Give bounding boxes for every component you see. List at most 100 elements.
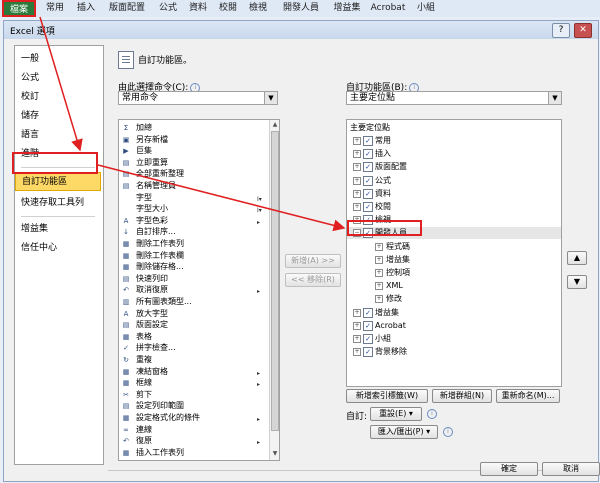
commands-list[interactable]: ▦ 插入工作表列 ↶ 復原 ▸ ∞ 連線 ▦ 設定格式化的條件 ▸ ▤ 設定列印範圍 ✂ 剪下 ▦ 框線 ▸ ▦ 凍… [118, 119, 280, 461]
ribbon-tree-item[interactable]: + 修改 [347, 293, 561, 305]
commands-scrollbar[interactable]: ▲ ▼ [269, 120, 279, 460]
expand-icon[interactable]: + [353, 163, 361, 172]
submenu-arrow-icon[interactable]: ▸ [257, 437, 260, 449]
ribbon-tab-addins[interactable]: 增益集 [328, 0, 366, 17]
expand-icon[interactable]: + [375, 255, 383, 264]
ribbon-tab-review[interactable]: 校閱 [214, 0, 242, 17]
command-item[interactable]: ↻ 重複 [119, 354, 267, 366]
expand-icon[interactable]: + [375, 282, 383, 291]
import-export-button[interactable]: 匯入/匯出(P) ▾ [370, 425, 438, 439]
submenu-arrow-icon[interactable]: I▾ [257, 205, 262, 217]
ribbon-tab-acrobat[interactable]: Acrobat [368, 0, 408, 17]
submenu-arrow-icon[interactable]: ▸ [257, 286, 260, 298]
close-button[interactable]: ✕ [574, 23, 592, 38]
ribbon-tree-item[interactable]: + ✓ 版面配置 [347, 161, 561, 173]
scroll-up-icon[interactable]: ▲ [270, 120, 279, 130]
cancel-button[interactable]: 取消 [542, 462, 600, 476]
nav-item-formulas[interactable]: 公式 [15, 69, 101, 88]
chevron-down-icon[interactable]: ▼ [548, 92, 561, 104]
customize-ribbon-dropdown[interactable]: 主要定位點 ▼ [346, 91, 562, 105]
command-item[interactable]: A 放大字型 [119, 308, 267, 320]
expand-icon[interactable]: + [353, 189, 361, 198]
command-item[interactable]: ∞ 連線 [119, 424, 267, 436]
checkbox-icon[interactable]: ✓ [363, 188, 373, 199]
command-item[interactable]: ▶ 巨集 [119, 145, 267, 157]
command-item[interactable]: ▤ 立即重算 [119, 157, 267, 169]
checkbox-icon[interactable]: ✓ [363, 162, 373, 173]
nav-item-quick-access-toolbar[interactable]: 快速存取工具列 [15, 194, 101, 213]
command-item[interactable]: ▣ 另存新檔 [119, 134, 267, 146]
command-item[interactable]: Σ 加總 [119, 122, 267, 134]
ribbon-tab-home[interactable]: 常用 [40, 0, 70, 17]
command-item[interactable]: ▦ 表格 [119, 331, 267, 343]
ribbon-tab-file[interactable]: 檔案 [2, 0, 36, 17]
move-down-button[interactable]: ▼ [567, 275, 587, 289]
ok-button[interactable]: 確定 [480, 462, 538, 476]
ribbon-tab-insert[interactable]: 插入 [72, 0, 100, 17]
command-item[interactable]: ✓ 拼字檢查... [119, 342, 267, 354]
expand-icon[interactable]: + [353, 348, 361, 357]
submenu-arrow-icon[interactable]: ▸ [257, 217, 260, 229]
checkbox-icon[interactable]: ✓ [363, 175, 373, 186]
command-item[interactable]: 字型 I▾ [119, 192, 267, 204]
ribbon-tab-developer[interactable]: 開發人員 [276, 0, 326, 17]
scrollbar-thumb[interactable] [271, 131, 279, 431]
ribbon-tree-item[interactable]: + ✓ 公式 [347, 175, 561, 187]
command-item[interactable]: ▤ 全部重新整理 [119, 168, 267, 180]
ribbon-tree-item[interactable]: + ✓ 插入 [347, 148, 561, 160]
expand-icon[interactable]: + [353, 150, 361, 159]
expand-icon[interactable]: + [375, 269, 383, 277]
ribbon-tree-item[interactable]: + ✓ 增益集 [347, 307, 561, 319]
command-item[interactable]: 字型大小 I▾ [119, 203, 267, 215]
command-item[interactable]: ↶ 復原 ▸ [119, 435, 267, 447]
help-button[interactable]: ? [552, 23, 570, 38]
command-item[interactable]: ▤ 版面設定 [119, 319, 267, 331]
checkbox-icon[interactable]: ✓ [363, 136, 373, 146]
ribbon-tree-item[interactable]: + ✓ 校閱 [347, 201, 561, 213]
rename-button[interactable]: 重新命名(M)... [496, 389, 560, 403]
command-item[interactable]: ▤ 名稱管理員 [119, 180, 267, 192]
expand-icon[interactable]: + [375, 295, 383, 304]
nav-item-language[interactable]: 語言 [15, 126, 101, 145]
checkbox-icon[interactable]: ✓ [363, 307, 373, 318]
nav-item-proofing[interactable]: 校訂 [15, 88, 101, 107]
command-item[interactable]: ▤ 快速列印 [119, 273, 267, 285]
expand-icon[interactable]: + [375, 242, 383, 251]
submenu-arrow-icon[interactable]: I▾ [257, 194, 262, 206]
expand-icon[interactable]: + [353, 335, 361, 343]
new-group-button[interactable]: 新增群組(N) [432, 389, 492, 403]
ribbon-tree-item[interactable]: + ✓ 背景移除 [347, 346, 561, 358]
command-item[interactable]: ▦ 刪除工作表列 [119, 238, 267, 250]
submenu-arrow-icon[interactable]: ▸ [257, 414, 260, 426]
move-up-button[interactable]: ▲ [567, 251, 587, 265]
ribbon-tree-item[interactable]: + ✓ 資料 [347, 188, 561, 200]
expand-icon[interactable]: + [353, 321, 361, 330]
chevron-down-icon[interactable]: ▼ [264, 92, 277, 104]
command-item[interactable]: ▦ 刪除儲存格... [119, 261, 267, 273]
ribbon-tree-item[interactable]: + 程式碼 [347, 241, 561, 253]
command-item[interactable]: ▤ 設定列印範圍 [119, 400, 267, 412]
ribbon-tab-view[interactable]: 檢視 [244, 0, 272, 17]
command-item[interactable]: ▦ 框線 ▸ [119, 377, 267, 389]
checkbox-icon[interactable]: ✓ [363, 320, 373, 331]
remove-button[interactable]: << 移除(R) [285, 273, 341, 287]
command-item[interactable]: ▦ 凍結窗格 ▸ [119, 366, 267, 378]
checkbox-icon[interactable]: ✓ [363, 149, 373, 160]
nav-item-general[interactable]: 一般 [15, 50, 101, 69]
ribbon-tree-item[interactable]: + ✓ Acrobat [347, 320, 561, 332]
add-button[interactable]: 新增(A) >> [285, 254, 341, 268]
command-item[interactable]: ▦ 插入工作表列 [119, 447, 267, 459]
new-tab-button[interactable]: 新增索引標籤(W) [346, 389, 428, 403]
nav-item-trust-center[interactable]: 信任中心 [15, 239, 101, 258]
command-item[interactable]: ↓ 自訂排序... [119, 226, 267, 238]
expand-icon[interactable]: + [353, 308, 361, 317]
expand-icon[interactable]: + [353, 176, 361, 185]
nav-item-addins[interactable]: 增益集 [15, 220, 101, 239]
command-item[interactable]: A 字型色彩 ▸ [119, 215, 267, 227]
submenu-arrow-icon[interactable]: ▸ [257, 368, 260, 380]
command-item[interactable]: ↶ 取消復原 ▸ [119, 284, 267, 296]
ribbon-tree-item[interactable]: + XML [347, 280, 561, 292]
ribbon-tabs-tree[interactable]: 主要定位點 + ✓ 常用 + ✓ 插入 + ✓ 版面配置 + ✓ 公式 + ✓ 資料 + ✓ 校閱 + ✓ 檢視 − ✓ 開發… [346, 119, 562, 387]
nav-item-customize-ribbon[interactable]: 自訂功能區 [15, 172, 101, 191]
choose-commands-dropdown[interactable]: 常用命令 ▼ [118, 91, 278, 105]
